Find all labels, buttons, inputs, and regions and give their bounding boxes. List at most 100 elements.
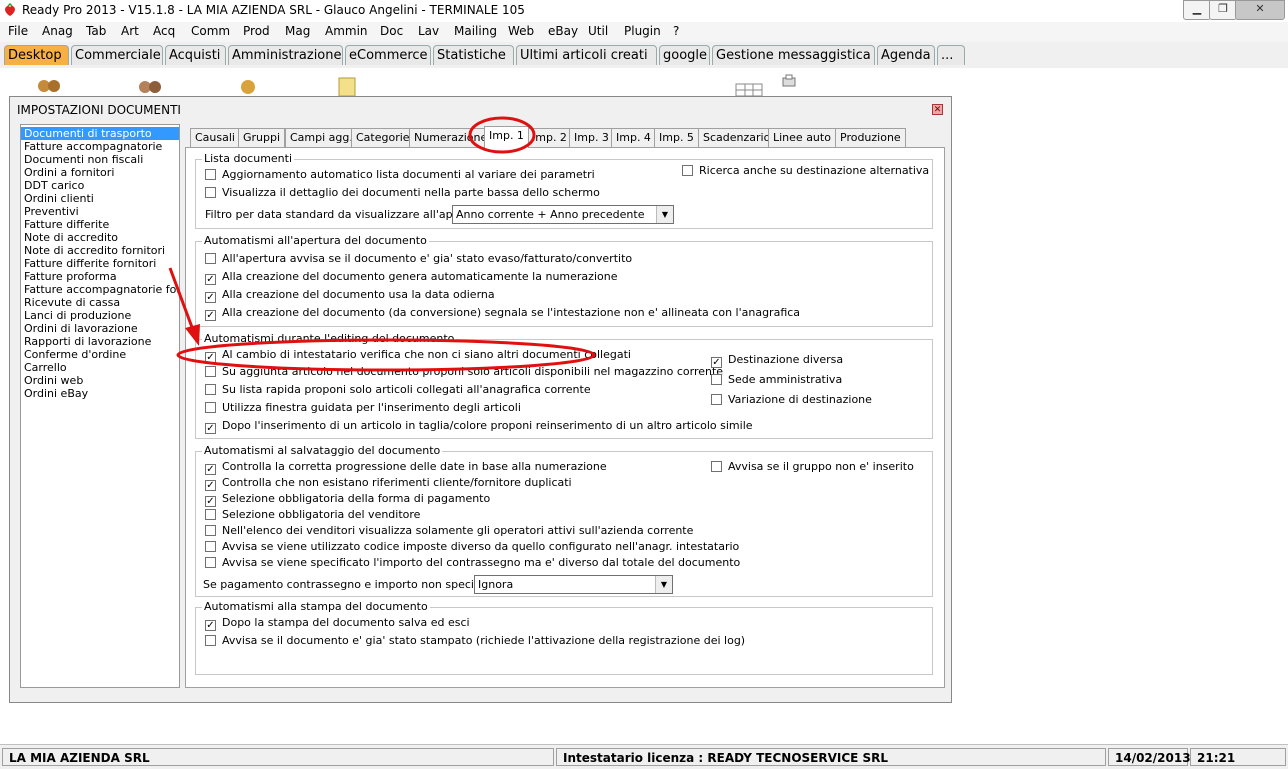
tab-imp-2[interactable]: Imp. 2 bbox=[527, 128, 572, 147]
checkbox-row[interactable]: Nell'elenco dei venditori visualizza sol… bbox=[205, 524, 693, 538]
menu-ebay[interactable]: eBay bbox=[548, 24, 578, 38]
checkbox[interactable] bbox=[205, 169, 216, 180]
checkbox-row[interactable]: Ricerca anche su destinazione alternativ… bbox=[682, 164, 929, 178]
menu-mag[interactable]: Mag bbox=[285, 24, 310, 38]
checkbox[interactable] bbox=[205, 557, 216, 568]
menu-ammin[interactable]: Ammin bbox=[325, 24, 368, 38]
checkbox[interactable] bbox=[205, 366, 216, 377]
checkbox-row[interactable]: Visualizza il dettaglio dei documenti ne… bbox=[205, 186, 600, 200]
tab-imp-1[interactable]: Imp. 1 bbox=[484, 126, 529, 148]
grid-icon[interactable] bbox=[735, 80, 765, 96]
list-item[interactable]: DDT carico bbox=[21, 179, 179, 192]
list-item[interactable]: Fatture differite bbox=[21, 218, 179, 231]
checkbox-row[interactable]: ✓ Controlla la corretta progressione dell… bbox=[205, 460, 607, 475]
checkbox[interactable]: ✓ bbox=[205, 423, 216, 434]
menu-util[interactable]: Util bbox=[588, 24, 608, 38]
checkbox-row[interactable]: Su aggiunta articolo nel documento propo… bbox=[205, 365, 723, 379]
checkbox[interactable]: ✓ bbox=[205, 352, 216, 363]
checkbox[interactable] bbox=[711, 461, 722, 472]
checkbox-row[interactable]: ✓ Controlla che non esistano riferimenti … bbox=[205, 476, 572, 491]
list-item[interactable]: Preventivi bbox=[21, 205, 179, 218]
tab-scadenzario[interactable]: Scadenzario bbox=[698, 128, 776, 147]
checkbox[interactable] bbox=[205, 253, 216, 264]
checkbox[interactable]: ✓ bbox=[205, 464, 216, 475]
checkbox-row[interactable]: ✓ Dopo la stampa del documento salva ed e… bbox=[205, 616, 470, 631]
filter-date-select[interactable]: Anno corrente + Anno precedente ▼ bbox=[452, 205, 674, 224]
list-item[interactable]: Fatture accompagnatorie bbox=[21, 140, 179, 153]
list-item[interactable]: Note di accredito bbox=[21, 231, 179, 244]
checkbox[interactable]: ✓ bbox=[205, 292, 216, 303]
close-button[interactable]: ✕ bbox=[1235, 0, 1285, 20]
list-item[interactable]: Documenti non fiscali bbox=[21, 153, 179, 166]
users-icon[interactable] bbox=[135, 78, 165, 96]
checkbox[interactable]: ✓ bbox=[205, 274, 216, 285]
checkbox[interactable]: ✓ bbox=[205, 480, 216, 491]
list-item[interactable]: Carrello bbox=[21, 361, 179, 374]
menu-mailing[interactable]: Mailing bbox=[454, 24, 497, 38]
list-item[interactable]: Ordini clienti bbox=[21, 192, 179, 205]
checkbox-row[interactable]: ✓ Alla creazione del documento (da conver… bbox=[205, 306, 800, 321]
tab-gestione-messaggistica[interactable]: Gestione messaggistica bbox=[712, 45, 875, 65]
restore-button[interactable]: ❐ bbox=[1209, 0, 1237, 20]
list-item[interactable]: Note di accredito fornitori bbox=[21, 244, 179, 257]
checkbox[interactable] bbox=[711, 394, 722, 405]
menu-file[interactable]: File bbox=[8, 24, 28, 38]
tab-desktop[interactable]: Desktop bbox=[4, 45, 69, 65]
menu-plugin[interactable]: Plugin bbox=[624, 24, 661, 38]
checkbox[interactable] bbox=[682, 165, 693, 176]
checkbox-row[interactable]: ✓ Alla creazione del documento genera aut… bbox=[205, 270, 617, 285]
checkbox[interactable]: ✓ bbox=[711, 357, 722, 368]
checkbox[interactable] bbox=[205, 402, 216, 413]
list-item[interactable]: Ordini eBay bbox=[21, 387, 179, 400]
list-item[interactable]: Lanci di produzione bbox=[21, 309, 179, 322]
checkbox[interactable] bbox=[711, 374, 722, 385]
checkbox-row[interactable]: ✓ Al cambio di intestatario verifica che … bbox=[205, 348, 631, 363]
tab-commerciale[interactable]: Commerciale bbox=[71, 45, 163, 65]
list-item[interactable]: Ordini a fornitori bbox=[21, 166, 179, 179]
list-item[interactable]: Fatture differite fornitori bbox=[21, 257, 179, 270]
tab-ultimi-articoli[interactable]: Ultimi articoli creati bbox=[516, 45, 657, 65]
menu-art[interactable]: Art bbox=[121, 24, 139, 38]
list-item[interactable]: Conferme d'ordine bbox=[21, 348, 179, 361]
checkbox-row[interactable]: Selezione obbligatoria del venditore bbox=[205, 508, 420, 522]
list-item[interactable]: Rapporti di lavorazione bbox=[21, 335, 179, 348]
checkbox[interactable]: ✓ bbox=[205, 496, 216, 507]
document-type-list[interactable]: Documenti di trasporto Fatture accompagn… bbox=[20, 124, 180, 688]
checkbox-row[interactable]: Variazione di destinazione bbox=[711, 393, 872, 407]
menu-doc[interactable]: Doc bbox=[380, 24, 403, 38]
tab-linee-auto[interactable]: Linee auto bbox=[768, 128, 836, 147]
checkbox-row[interactable]: ✓ Dopo l'inserimento di un articolo in ta… bbox=[205, 419, 753, 434]
chevron-down-icon[interactable]: ▼ bbox=[655, 576, 672, 593]
tab-more[interactable]: ... bbox=[937, 45, 965, 65]
menu-help[interactable]: ? bbox=[673, 24, 679, 38]
menu-comm[interactable]: Comm bbox=[191, 24, 230, 38]
checkbox[interactable]: ✓ bbox=[205, 310, 216, 321]
checkbox-row[interactable]: All'apertura avvisa se il documento e' g… bbox=[205, 252, 632, 266]
checkbox[interactable] bbox=[205, 187, 216, 198]
checkbox-row[interactable]: ✓ Selezione obbligatoria della forma di p… bbox=[205, 492, 490, 507]
checkbox-row[interactable]: ✓ Destinazione diversa bbox=[711, 353, 843, 368]
checkbox[interactable] bbox=[205, 384, 216, 395]
tab-google[interactable]: google bbox=[659, 45, 710, 65]
tab-acquisti[interactable]: Acquisti bbox=[165, 45, 226, 65]
checkbox-row[interactable]: Utilizza finestra guidata per l'inserime… bbox=[205, 401, 521, 415]
checkbox[interactable] bbox=[205, 541, 216, 552]
list-item[interactable]: Ordini web bbox=[21, 374, 179, 387]
checkbox-row[interactable]: Avvisa se il gruppo non e' inserito bbox=[711, 460, 914, 474]
tab-causali[interactable]: Causali bbox=[190, 128, 240, 147]
checkbox-row[interactable]: Sede amministrativa bbox=[711, 373, 842, 387]
menu-lav[interactable]: Lav bbox=[418, 24, 439, 38]
minimize-button[interactable]: ▁ bbox=[1183, 0, 1211, 20]
tab-ecommerce[interactable]: eCommerce bbox=[345, 45, 431, 65]
checkbox-row[interactable]: Aggiornamento automatico lista documenti… bbox=[205, 168, 595, 182]
menu-web[interactable]: Web bbox=[508, 24, 534, 38]
checkbox-row[interactable]: Su lista rapida proponi solo articoli co… bbox=[205, 383, 591, 397]
document-icon[interactable] bbox=[333, 76, 363, 96]
checkbox-row[interactable]: Avvisa se viene utilizzato codice impost… bbox=[205, 540, 739, 554]
menu-anag[interactable]: Anag bbox=[42, 24, 73, 38]
checkbox-row[interactable]: Avvisa se il documento e' gia' stato sta… bbox=[205, 634, 745, 648]
tab-gruppi[interactable]: Gruppi bbox=[238, 128, 286, 147]
tab-imp-5[interactable]: Imp. 5 bbox=[654, 128, 699, 147]
printer-icon[interactable] bbox=[780, 74, 800, 90]
tab-imp-3[interactable]: Imp. 3 bbox=[569, 128, 614, 147]
